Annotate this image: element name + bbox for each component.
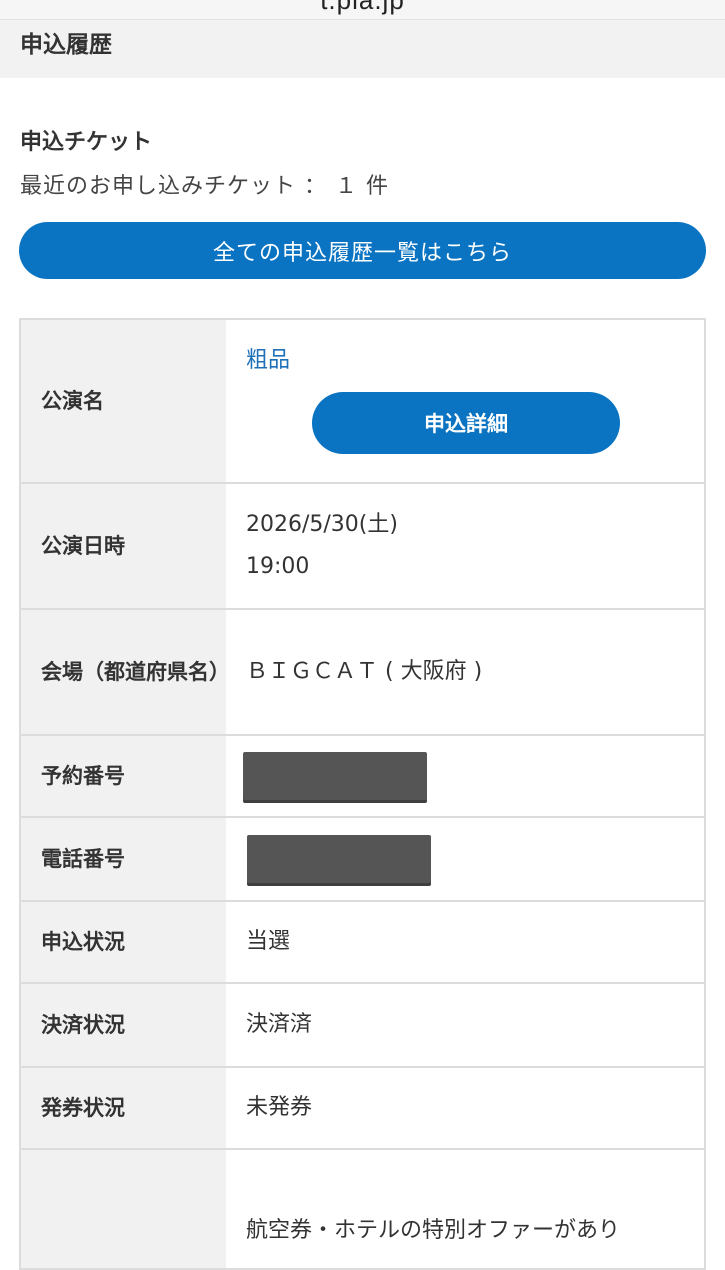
table-row: 航空券・ホテルの特別オファーがあり <box>20 1149 705 1270</box>
venue-value: ＢＩＧＣＡＴ ( 大阪府 ) <box>226 609 705 736</box>
table-row: 申込状況 当選 <box>20 901 705 984</box>
phone-number-cell <box>226 817 705 902</box>
table-row: 電話番号 <box>20 817 705 902</box>
table-row: 発券状況 未発券 <box>20 1067 705 1150</box>
application-status-label: 申込状況 <box>20 901 226 984</box>
phone-number-label: 電話番号 <box>20 817 226 902</box>
reservation-number-cell <box>226 735 705 818</box>
page-header: 申込履歴 <box>0 20 725 78</box>
table-row: 決済状況 決済済 <box>20 983 705 1068</box>
event-time: 19:00 <box>246 554 310 579</box>
browser-url-bar[interactable]: t.pia.jp <box>0 0 725 20</box>
payment-status-value: 決済済 <box>226 983 705 1068</box>
page-title: 申込履歴 <box>20 32 112 58</box>
section-title: 申込チケット <box>20 130 153 155</box>
event-date-label: 公演日時 <box>20 483 226 610</box>
table-row: 会場（都道府県名） ＢＩＧＣＡＴ ( 大阪府 ) <box>20 609 705 736</box>
application-status-value: 当選 <box>226 901 705 984</box>
event-name-label: 公演名 <box>20 319 226 484</box>
issue-status-value: 未発券 <box>226 1067 705 1150</box>
application-detail-button[interactable]: 申込詳細 <box>312 392 620 454</box>
event-name-link[interactable]: 粗品 <box>246 340 704 382</box>
reservation-number-label: 予約番号 <box>20 735 226 818</box>
table-row: 公演日時 2026/5/30(土) 19:00 <box>20 483 705 610</box>
recent-ticket-count: 最近のお申し込みチケット ： １ 件 <box>20 174 389 199</box>
event-date: 2026/5/30(土) <box>246 512 398 537</box>
ticket-details-table: 公演名 粗品 申込詳細 公演日時 2026/5/30(土) 19:00 会場（都… <box>19 318 706 1270</box>
all-history-button[interactable]: 全ての申込履歴一覧はこちら <box>19 222 706 279</box>
table-row: 予約番号 <box>20 735 705 818</box>
table-row: 公演名 粗品 申込詳細 <box>20 319 705 484</box>
redacted-phone-number <box>247 835 431 883</box>
url-text: t.pia.jp <box>320 0 405 15</box>
offer-text: 航空券・ホテルの特別オファーがあり <box>246 1218 621 1243</box>
offer-cell: 航空券・ホテルの特別オファーがあり <box>226 1149 705 1270</box>
issue-status-label: 発券状況 <box>20 1067 226 1150</box>
event-name-cell: 粗品 申込詳細 <box>226 319 705 484</box>
redacted-reservation-number <box>243 752 427 800</box>
offer-label <box>20 1149 226 1270</box>
payment-status-label: 決済状況 <box>20 983 226 1068</box>
event-date-cell: 2026/5/30(土) 19:00 <box>226 483 705 610</box>
venue-label: 会場（都道府県名） <box>20 609 230 736</box>
